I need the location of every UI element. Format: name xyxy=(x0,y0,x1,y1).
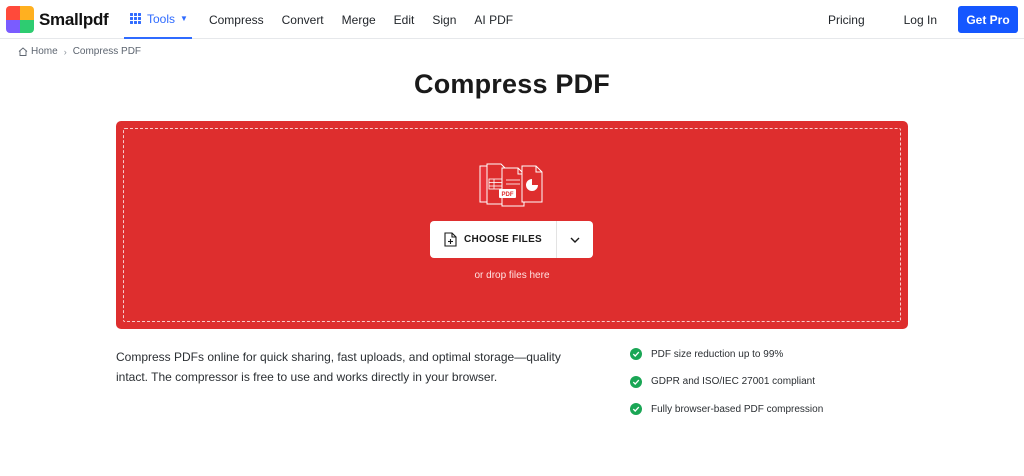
nav-ai-pdf[interactable]: AI PDF xyxy=(474,13,513,27)
file-plus-icon xyxy=(444,232,457,247)
brand-name: Smallpdf xyxy=(39,9,109,29)
feature-text: PDF size reduction up to 99% xyxy=(651,348,784,360)
home-icon xyxy=(18,47,28,56)
check-circle-icon xyxy=(630,375,642,388)
breadcrumb-current: Compress PDF xyxy=(72,46,142,57)
feature-text: Fully browser-based PDF compression xyxy=(651,403,824,415)
smallpdf-logo[interactable]: Smallpdf xyxy=(6,6,109,33)
pdf-badge-text: PDF xyxy=(502,192,514,198)
nav-tools-menu[interactable]: Tools ▼ xyxy=(124,0,192,39)
drop-files-hint: or drop files here xyxy=(474,270,550,281)
upload-source-dropdown[interactable] xyxy=(557,221,593,258)
nav-convert[interactable]: Convert xyxy=(282,13,324,27)
choose-files-group: CHOOSE FILES xyxy=(430,221,593,258)
nav-edit[interactable]: Edit xyxy=(394,13,415,27)
choose-files-button[interactable]: CHOOSE FILES xyxy=(430,221,556,258)
apps-grid-icon xyxy=(130,13,141,24)
main-nav: Tools ▼ Compress Convert Merge Edit Sign… xyxy=(124,0,522,39)
nav-tools-label: Tools xyxy=(147,11,176,26)
feature-text: GDPR and ISO/IEC 27001 compliant xyxy=(651,376,815,387)
tool-description: Compress PDFs online for quick sharing, … xyxy=(116,350,561,384)
nav-merge[interactable]: Merge xyxy=(342,13,376,27)
pricing-link[interactable]: Pricing xyxy=(828,13,865,27)
check-circle-icon xyxy=(630,348,642,360)
chevron-down-icon xyxy=(570,237,580,243)
breadcrumb-home[interactable]: Home xyxy=(31,46,58,57)
breadcrumb: Home › Compress PDF xyxy=(18,46,141,57)
feature-list: PDF size reduction up to 99% GDPR and IS… xyxy=(630,347,823,430)
top-header: Smallpdf Tools ▼ Compress Convert Merge … xyxy=(0,0,1024,39)
nav-sign[interactable]: Sign xyxy=(432,13,456,27)
chevron-right-icon: › xyxy=(63,46,67,57)
account-nav: Pricing Log In Get Pro xyxy=(828,0,1018,39)
feature-item: Fully browser-based PDF compression xyxy=(630,402,823,416)
documents-illustration-icon: PDF xyxy=(479,163,543,207)
login-link[interactable]: Log In xyxy=(904,13,937,27)
choose-files-label: CHOOSE FILES xyxy=(463,234,543,245)
page-title: Compress PDF xyxy=(414,69,610,99)
feature-item: GDPR and ISO/IEC 27001 compliant xyxy=(630,375,823,389)
check-circle-icon xyxy=(630,403,642,415)
nav-compress[interactable]: Compress xyxy=(209,13,264,27)
feature-item: PDF size reduction up to 99% xyxy=(630,347,823,361)
file-drop-zone[interactable]: PDF CHOOSE FILES or drop files here xyxy=(116,121,908,329)
smallpdf-logo-icon xyxy=(6,6,34,33)
get-pro-button[interactable]: Get Pro xyxy=(958,6,1018,33)
caret-down-icon: ▼ xyxy=(180,14,188,23)
